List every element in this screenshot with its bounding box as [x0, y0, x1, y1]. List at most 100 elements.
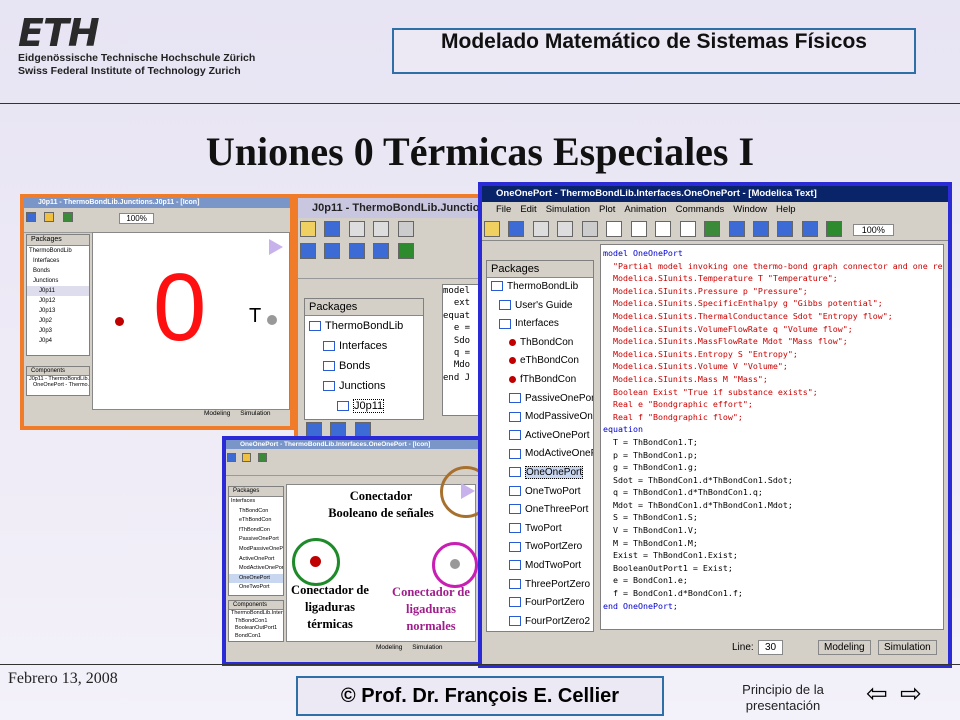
search-icon[interactable] — [532, 221, 549, 237]
tree-item[interactable]: J0p3 — [27, 326, 89, 336]
bottom-package-tree[interactable]: Packages Interfaces ThBondCon eThBondCon fT… — [228, 486, 284, 596]
save-icon[interactable] — [324, 221, 341, 237]
polygon-icon[interactable] — [630, 221, 647, 237]
middle-package-tree[interactable]: Packages ThermoBondLib Interfaces Bonds Jun… — [304, 298, 424, 420]
component-item[interactable]: ThBondCon1 — [229, 618, 283, 626]
tree-item[interactable]: eThBondCon — [229, 516, 283, 526]
menu-item-window[interactable]: Window — [733, 204, 767, 215]
tree-item[interactable]: Junctions — [305, 376, 423, 396]
window-right-titlebar[interactable]: OneOnePort - ThermoBondLib.Interfaces.On… — [482, 186, 948, 202]
line-icon[interactable] — [606, 221, 623, 237]
tree-item[interactable]: ModActiveOnePort — [487, 445, 593, 464]
tree-item[interactable]: J0p2 — [27, 316, 89, 326]
rectangle-icon[interactable] — [655, 221, 672, 237]
menu-item-plot[interactable]: Plot — [599, 204, 615, 215]
component-item[interactable]: ThermoBondLib.Interfaces... — [229, 610, 283, 618]
tree-item[interactable]: OneOnePort — [229, 573, 283, 584]
open-icon[interactable] — [44, 211, 55, 222]
component-item[interactable]: BondCon1 — [229, 633, 283, 641]
tree-item[interactable]: FourPortZero — [487, 594, 593, 613]
tree-item[interactable]: OneOnePort — [487, 464, 593, 483]
arrow-down-icon[interactable] — [801, 221, 818, 237]
right-package-tree[interactable]: Packages ThermoBondLib User's Guide Interf… — [486, 260, 594, 632]
ellipse-icon[interactable] — [679, 221, 696, 237]
new-icon[interactable] — [227, 453, 236, 463]
tree-item[interactable]: ThermoBondLib — [27, 246, 89, 256]
tree-item[interactable]: PassiveOnePort — [487, 390, 593, 409]
tree-item[interactable]: ModPassiveOnePort — [487, 408, 593, 427]
component-item[interactable]: BooleanOutPort1 — [229, 625, 283, 633]
tree-item[interactable]: Interfaces — [305, 336, 423, 356]
window-right[interactable]: OneOnePort - ThermoBondLib.Interfaces.On… — [478, 182, 952, 668]
window-left-titlebar[interactable]: J0p11 - ThermoBondLib.Junctions.J0p11 - … — [24, 198, 290, 208]
simulation-tab[interactable]: Simulation — [412, 644, 442, 651]
tree-item[interactable]: ThreePortZero — [487, 576, 593, 595]
middle-code-editor[interactable]: model ext equat e = Sdo q = Mdo end J — [442, 284, 480, 416]
menu-item-simulation[interactable]: Simulation — [546, 204, 590, 215]
tree-item[interactable]: TwoPortZero — [487, 538, 593, 557]
tree-item[interactable]: fThBondCon — [229, 526, 283, 536]
print-icon[interactable] — [373, 221, 390, 237]
tree-item[interactable]: Bonds — [305, 356, 423, 376]
tree-item[interactable]: OneTwoPort — [487, 483, 593, 502]
tree-item[interactable]: Bonds — [27, 266, 89, 276]
tree-item[interactable]: Junctions — [27, 276, 89, 286]
arrow-up-icon[interactable] — [777, 221, 794, 237]
modeling-tab[interactable]: Modeling — [204, 410, 230, 417]
tree-item[interactable]: Interfaces — [487, 315, 593, 334]
start-link[interactable]: Principio de la presentación — [728, 682, 838, 714]
tree-item[interactable]: User's Guide — [487, 297, 593, 316]
info-icon[interactable] — [397, 243, 414, 259]
tree-item[interactable]: ActiveOnePort — [229, 555, 283, 565]
arrow-up-icon[interactable] — [348, 243, 365, 259]
save-icon[interactable] — [508, 221, 525, 237]
bottom-components-panel[interactable]: Components ThermoBondLib.Interfaces...Th… — [228, 600, 284, 642]
tree-item[interactable]: ModTwoPort — [487, 557, 593, 576]
modeling-tab[interactable]: Modeling — [376, 644, 402, 651]
menu-item-help[interactable]: Help — [776, 204, 796, 215]
modeling-tab[interactable]: Modeling — [818, 640, 871, 655]
window-bottom-titlebar[interactable]: OneOnePort - ThermoBondLib.Interfaces.On… — [226, 440, 478, 449]
tree-item[interactable]: Interfaces — [27, 256, 89, 266]
search-icon[interactable] — [348, 221, 365, 237]
menu-item-commands[interactable]: Commands — [676, 204, 725, 215]
icon-canvas[interactable]: 0 T — [92, 232, 290, 410]
arrow-down-icon[interactable] — [373, 243, 390, 259]
check-icon[interactable] — [257, 453, 267, 463]
menu-item-edit[interactable]: Edit — [520, 204, 536, 215]
tree-item[interactable]: eThBondCon — [487, 352, 593, 371]
tree-item[interactable]: ThBondCon — [487, 334, 593, 353]
zoom-select[interactable]: 100% — [852, 224, 894, 237]
simulation-tab[interactable]: Simulation — [878, 640, 937, 655]
tree-item[interactable]: FourPortZero2 — [487, 613, 593, 631]
arrow-left-icon[interactable] — [728, 221, 745, 237]
left-package-tree[interactable]: Packages ThermoBondLib Interfaces Bonds Jun… — [26, 234, 90, 356]
check-icon[interactable] — [62, 211, 73, 222]
forward-arrow-icon[interactable]: ⇨ — [900, 678, 922, 709]
open-icon[interactable] — [300, 221, 316, 237]
bond-connector-dot[interactable] — [115, 317, 124, 326]
check-icon[interactable] — [704, 221, 721, 237]
help-icon[interactable] — [581, 221, 598, 237]
tree-item[interactable]: J0p4 — [27, 336, 89, 346]
help-icon[interactable] — [397, 221, 414, 237]
open-icon[interactable] — [484, 221, 500, 237]
tree-item[interactable]: Interfaces — [229, 497, 283, 507]
tree-item[interactable]: PassiveOnePort — [229, 535, 283, 545]
tree-item[interactable]: J0p11 — [305, 396, 423, 416]
thermal-connector-dot[interactable] — [267, 315, 277, 325]
tree-item[interactable]: ModPassiveOnePort — [229, 545, 283, 555]
back-arrow-icon[interactable]: ⇦ — [866, 678, 888, 709]
window-middle[interactable]: J0p11 - ThermoBondLib.Junction Packages … — [294, 194, 486, 446]
menu-item-animation[interactable]: Animation — [624, 204, 666, 215]
tree-item[interactable]: OneTwoPort — [229, 583, 283, 593]
tree-item[interactable]: J0p13 — [27, 306, 89, 316]
tree-item[interactable]: ActiveOnePort — [487, 427, 593, 446]
tree-item[interactable]: J0p12 — [27, 296, 89, 306]
open-icon[interactable] — [242, 453, 252, 463]
tree-item[interactable]: ThBondCon — [229, 507, 283, 517]
modelica-text-editor[interactable]: model OneOnePort "Partial model invoking… — [600, 244, 944, 630]
zoom-select[interactable]: 100% — [119, 213, 154, 224]
tree-item[interactable]: TwoPort — [487, 520, 593, 539]
tree-item[interactable]: ThermoBondLib — [487, 278, 593, 297]
